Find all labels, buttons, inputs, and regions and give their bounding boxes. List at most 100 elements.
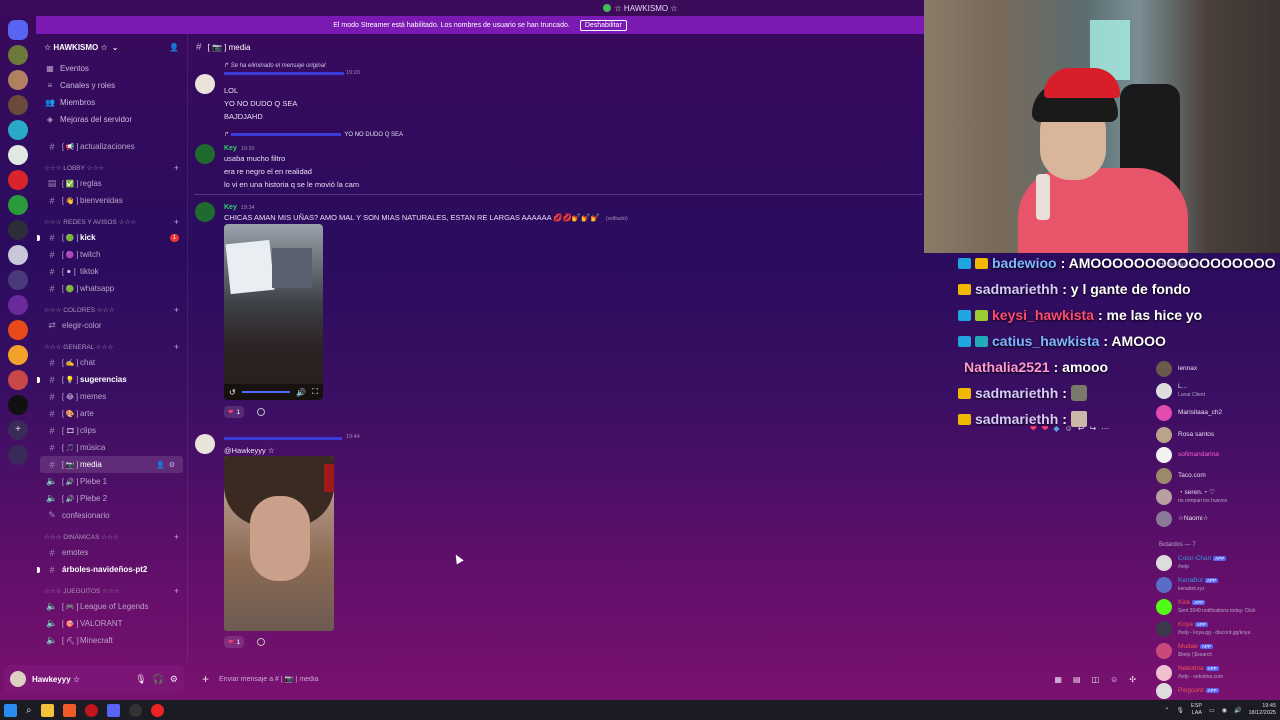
windows-start-icon[interactable] <box>4 703 17 717</box>
member-item[interactable]: ☆Naomi☆ <box>1156 510 1280 528</box>
add-channel-icon[interactable]: + <box>174 217 179 227</box>
microphone-icon[interactable]: 🎙 <box>1176 707 1184 714</box>
server-header[interactable]: ☆ HAWKISMO ☆ ⌄ 👤 <box>36 34 187 60</box>
avatar[interactable] <box>10 671 26 687</box>
add-channel-icon[interactable]: + <box>174 532 179 542</box>
channel-reglas[interactable]: ▤ [ ✅ ] reglas <box>36 175 187 192</box>
nav-channels-roles[interactable]: ≡ Canales y roles <box>36 77 187 94</box>
message-author[interactable]: Key <box>224 145 237 152</box>
member-item[interactable]: Taco.com <box>1156 467 1280 485</box>
category-colores[interactable]: ☆☆☆ COLORES ☆☆☆ + <box>36 302 187 317</box>
category-juegos[interactable]: ☆☆☆ JUEGUITOS ☆☆☆ + <box>36 583 187 598</box>
channel-valorant[interactable]: 🔈 [ 🎯 ] VALORANT <box>36 615 187 632</box>
add-channel-icon[interactable]: + <box>174 342 179 352</box>
channel-clips[interactable]: # [ 🎞 ] clips <box>36 422 187 439</box>
diamond-icon[interactable]: ◆ <box>1053 424 1059 433</box>
channel-twitch[interactable]: # [ 🟣 ] twitch <box>36 246 187 263</box>
gift-icon[interactable]: ▦ <box>1054 675 1062 684</box>
channel-minecraft[interactable]: 🔈 [ ⛏ ] Minecraft <box>36 632 187 649</box>
nav-boosts[interactable]: ◈ Mejoras del servidor <box>36 111 187 128</box>
server-icon[interactable] <box>8 170 28 190</box>
discord-icon[interactable] <box>106 703 120 717</box>
channel-memes[interactable]: # [ 😂 ] memes <box>36 388 187 405</box>
member-item[interactable]: Marisitaaa_ch2 <box>1156 404 1280 422</box>
nav-events[interactable]: ▦ Eventos <box>36 60 187 77</box>
member-item[interactable]: Koya APP/help - koya.gg - discord.gg/koya <box>1156 620 1280 638</box>
server-icon[interactable] <box>8 320 28 340</box>
channel-kick[interactable]: # [ 🟢 ] kick 1 <box>36 229 187 246</box>
member-item[interactable]: Nekotina APP/help - nekotina.com <box>1156 664 1280 682</box>
channel-sugerencias[interactable]: # [ 💡 ] sugerencias <box>36 371 187 388</box>
channel-confesionario[interactable]: ✎ confesionario <box>36 507 187 524</box>
clock[interactable]: 19:45 18/12/2025 <box>1248 703 1276 717</box>
microphone-icon[interactable]: 🎙 <box>135 674 146 685</box>
gif-icon[interactable]: ▤ <box>1073 675 1081 684</box>
channel-emotes[interactable]: # emotes <box>36 544 187 561</box>
user-name[interactable]: Hawkeyyy ☆ <box>32 675 129 684</box>
disable-streamer-button[interactable]: Deshabilitar <box>579 19 627 31</box>
channel-whatsapp[interactable]: # [ 🟢 ] whatsapp <box>36 280 187 297</box>
video-progress-bar[interactable] <box>241 391 291 393</box>
nav-members[interactable]: 👥 Miembros <box>36 94 187 111</box>
member-item[interactable]: KenaBot APP kenabot.xyz <box>1156 576 1280 594</box>
member-item[interactable]: Rosa santos <box>1156 426 1280 444</box>
server-icon[interactable] <box>8 345 28 365</box>
add-server-icon[interactable]: + <box>8 420 28 440</box>
channel-actualizaciones[interactable]: # [ 📢 ] actualizaciones <box>36 138 187 155</box>
forward-icon[interactable]: ↪ <box>1089 424 1096 433</box>
gear-icon[interactable]: ⚙ <box>170 674 178 685</box>
server-icon[interactable] <box>8 120 28 140</box>
member-item[interactable]: Kick APP Sent 3049 notifications today. Cl… <box>1156 598 1280 616</box>
server-icon[interactable] <box>8 145 28 165</box>
gear-icon[interactable]: ⚙ <box>169 461 175 469</box>
reply-preview[interactable]: ↱ Se ha eliminado el mensaje original <box>224 62 325 69</box>
server-icon[interactable] <box>8 220 28 240</box>
youtube-icon[interactable] <box>150 703 164 717</box>
add-reaction-icon[interactable] <box>257 638 265 646</box>
member-item[interactable]: sofimandarina <box>1156 446 1280 464</box>
folder-icon[interactable] <box>40 703 54 717</box>
brave-icon[interactable] <box>62 703 76 717</box>
channel-plebe-2[interactable]: 🔈 [ 🔊 ] Plebe 2 <box>36 490 187 507</box>
reaction-heart[interactable]: ❤ 1 <box>224 406 245 418</box>
server-icon[interactable] <box>8 270 28 290</box>
channel-tiktok[interactable]: # [ ⚫ ] tiktok <box>36 263 187 280</box>
discover-icon[interactable] <box>8 445 28 465</box>
channel-plebe-1[interactable]: 🔈 [ 🔊 ] Plebe 1 <box>36 473 187 490</box>
category-redes[interactable]: ☆☆☆ REDES Y AVISOS ☆☆☆ + <box>36 214 187 229</box>
message-input[interactable] <box>219 675 1045 683</box>
server-icon[interactable] <box>8 370 28 390</box>
volume-icon[interactable]: 🔊 <box>296 388 306 397</box>
member-item[interactable]: Mudae APP $help | $search <box>1156 642 1280 660</box>
server-icon[interactable] <box>8 195 28 215</box>
video-attachment[interactable]: ↺ 🔊 ⛶ <box>224 224 323 400</box>
apps-icon[interactable]: ✣ <box>1129 675 1136 684</box>
add-channel-icon[interactable]: + <box>174 586 179 596</box>
channel-elegir-color[interactable]: ⇄ elegir-color <box>36 317 187 334</box>
member-item[interactable]: ・seren.・♡ no rompan los huevos <box>1156 488 1280 506</box>
avatar[interactable] <box>195 202 215 222</box>
heart-icon[interactable]: ❤ <box>1042 424 1049 433</box>
server-icon[interactable] <box>8 45 28 65</box>
invite-icon[interactable]: 👤 <box>156 461 165 469</box>
member-item[interactable]: L... Lunar Client <box>1156 382 1280 400</box>
search-icon[interactable]: ⌕ <box>26 705 32 716</box>
replay-icon[interactable]: ↺ <box>229 388 236 397</box>
more-icon[interactable]: ⋯ <box>1101 424 1109 433</box>
server-icon[interactable] <box>8 395 28 415</box>
server-icon[interactable] <box>8 95 28 115</box>
headphones-icon[interactable]: 🎧 <box>153 674 164 685</box>
add-reaction-icon[interactable] <box>257 408 265 416</box>
member-item[interactable]: Pingcord APP <box>1156 682 1280 700</box>
reaction-heart[interactable]: ❤ 1 <box>224 636 245 648</box>
reply-icon[interactable]: ↩ <box>1078 424 1085 433</box>
volume-icon[interactable]: 🔊 <box>1234 707 1241 714</box>
server-icon[interactable] <box>8 70 28 90</box>
channel-media[interactable]: # [ 📷 ] media 👤 ⚙ <box>40 456 183 473</box>
monitor-icon[interactable]: ▭ <box>1209 707 1215 714</box>
category-general[interactable]: ☆☆☆ GENERAL ☆☆☆ + <box>36 339 187 354</box>
add-reaction-icon[interactable]: ☺ <box>1065 424 1073 433</box>
channel-league[interactable]: 🔈 [ 🎮 ] League of Legends <box>36 598 187 615</box>
image-attachment[interactable] <box>224 456 334 631</box>
message-author[interactable]: Key <box>224 204 237 211</box>
